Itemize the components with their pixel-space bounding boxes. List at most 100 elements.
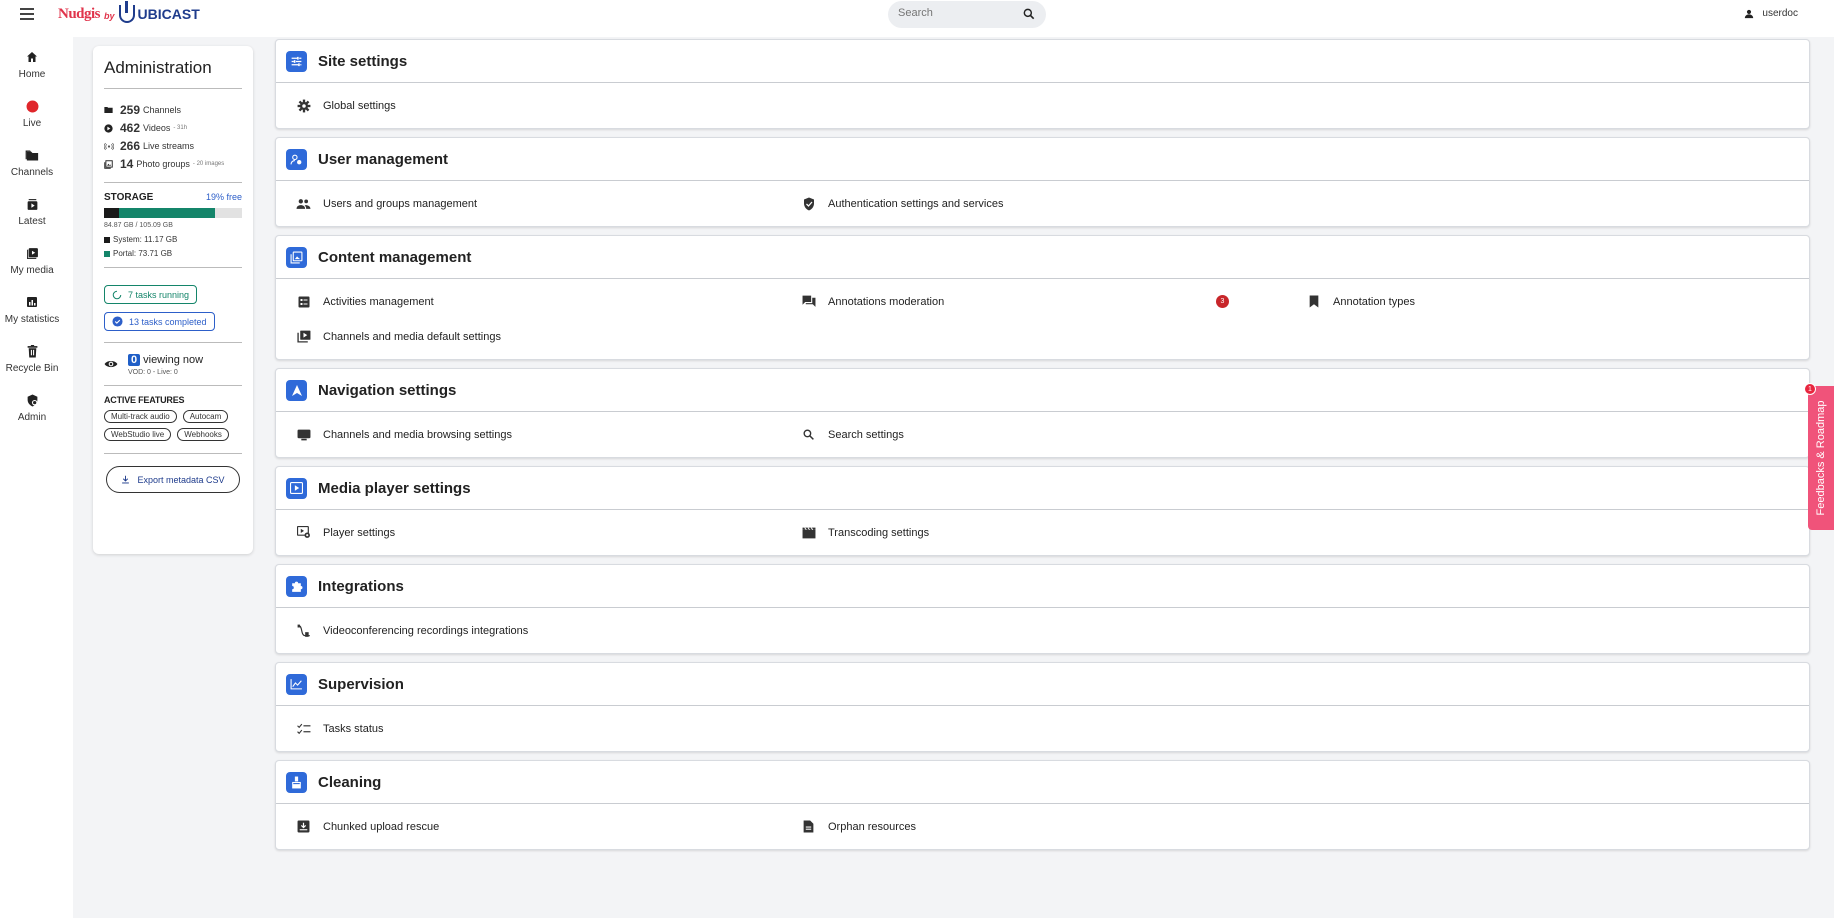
link-channels-media-default-settings[interactable]: Channels and media default settings <box>296 319 501 354</box>
stat-count: 462 <box>120 121 141 135</box>
link-label: Chunked upload rescue <box>323 820 440 833</box>
nav-label: Live <box>22 118 42 129</box>
statistics-icon <box>27 297 37 307</box>
feedback-label: Feedbacks & Roadmap <box>1815 400 1827 516</box>
nav-item-latest[interactable]: Latest <box>0 187 64 236</box>
link-global-settings[interactable]: Global settings <box>296 88 396 123</box>
trash-icon <box>27 344 37 357</box>
storage-bar <box>104 208 242 218</box>
check-circle-icon <box>112 316 123 327</box>
monitoring-chart-icon <box>286 673 307 695</box>
panel-title: Integrations <box>318 577 404 595</box>
feedback-badge: 1 <box>1804 383 1816 395</box>
legend-label: Portal: 73.71 GB <box>113 249 173 258</box>
cleaning-icon <box>286 771 307 793</box>
nav-item-home[interactable]: Home <box>0 40 64 89</box>
ubicast-logo-icon <box>118 1 135 23</box>
panel-content-management: Content management Activities management… <box>275 235 1810 360</box>
admin-shield-icon <box>27 394 37 406</box>
feature-chip: WebStudio live <box>104 428 172 441</box>
tasks-running-label: 7 tasks running <box>128 289 190 300</box>
user-menu[interactable]: userdoc <box>1744 8 1798 19</box>
divider <box>104 385 242 386</box>
menu-icon[interactable] <box>20 8 34 20</box>
logo[interactable]: Nudgis by UBICAST <box>58 1 200 23</box>
panel-title: Content management <box>318 248 472 266</box>
link-authentication-settings[interactable]: Authentication settings and services <box>801 186 1004 221</box>
nav-item-recycle-bin[interactable]: Recycle Bin <box>0 334 64 383</box>
logo-by: by <box>104 11 115 21</box>
tasks-completed-button[interactable]: 13 tasks completed <box>104 312 215 331</box>
nav-label: My statistics <box>4 314 60 325</box>
photo-library-icon <box>286 246 307 268</box>
broadcast-icon <box>104 142 114 150</box>
storage-free: 19% free <box>205 192 242 202</box>
link-users-groups-management[interactable]: Users and groups management <box>296 186 477 221</box>
tune-icon <box>286 50 307 72</box>
top-bar: Nudgis by UBICAST userdoc <box>0 0 1834 30</box>
link-transcoding-settings[interactable]: Transcoding settings <box>801 515 929 550</box>
spinner-icon <box>112 290 122 299</box>
moderation-count-badge: 3 <box>1216 295 1229 308</box>
eye-icon <box>104 360 118 368</box>
nav-item-admin[interactable]: Admin <box>0 383 64 432</box>
link-annotations-moderation[interactable]: Annotations moderation <box>801 284 944 319</box>
link-activities-management[interactable]: Activities management <box>296 284 434 319</box>
nav-item-my-statistics[interactable]: My statistics <box>0 285 64 334</box>
download-icon <box>122 475 130 484</box>
link-annotation-types[interactable]: Annotation types <box>1306 284 1415 319</box>
feature-chip: Webhooks <box>177 428 229 441</box>
admin-title: Administration <box>104 58 242 89</box>
search-icon[interactable] <box>1022 7 1036 21</box>
storage-bar-system <box>104 208 119 218</box>
movie-clapper-icon <box>801 525 816 540</box>
save-alt-icon <box>296 819 311 834</box>
search-input[interactable] <box>898 7 1008 19</box>
link-label: Transcoding settings <box>828 526 930 539</box>
nav-label: Admin <box>17 412 47 423</box>
viewing-now: 0 viewing now VOD: 0 - Live: 0 <box>104 352 242 376</box>
nav-label: Channels <box>10 167 54 178</box>
checklist-box-icon <box>296 294 311 309</box>
left-nav: Home Live Channels Latest My media My st… <box>0 40 64 432</box>
latest-icon <box>27 198 37 210</box>
stat-label: Live streams <box>143 141 195 151</box>
storage-section: STORAGE 19% free 84.87 GB / 105.09 GB Sy… <box>104 192 242 258</box>
link-player-settings[interactable]: Player settings <box>296 515 395 550</box>
nav-item-live[interactable]: Live <box>0 89 64 138</box>
nav-label: Home <box>18 69 46 80</box>
link-label: Activities management <box>323 295 434 308</box>
tasks-completed-label: 13 tasks completed <box>129 316 207 327</box>
viewing-count: 0 <box>128 354 141 366</box>
export-label: Export metadata CSV <box>137 474 225 485</box>
panel-user-management: User management Users and groups managem… <box>275 137 1810 227</box>
admin-summary-panel: Administration 259 Channels 462 Videos -… <box>93 46 253 554</box>
active-features-title: ACTIVE FEATURES <box>104 395 185 405</box>
link-orphan-resources[interactable]: Orphan resources <box>801 809 916 844</box>
legend-label: System: 11.17 GB <box>113 235 178 244</box>
play-box-icon <box>286 477 307 499</box>
tasks-running-button[interactable]: 7 tasks running <box>104 285 198 304</box>
link-label: Authentication settings and services <box>828 197 1004 210</box>
link-label: Search settings <box>828 428 904 441</box>
home-icon <box>27 52 37 62</box>
feedback-roadmap-tab[interactable]: Feedbacks & Roadmap <box>1808 386 1834 530</box>
folder-icon <box>104 107 113 113</box>
stat-note: - 31h <box>173 125 188 131</box>
storage-bar-portal <box>118 208 216 218</box>
link-videoconferencing-integrations[interactable]: Videoconferencing recordings integration… <box>296 613 528 648</box>
extension-icon <box>286 575 307 597</box>
stat-videos: 462 Videos - 31h <box>104 119 242 137</box>
video-settings-icon <box>296 525 311 540</box>
link-tasks-status[interactable]: Tasks status <box>296 711 384 746</box>
nav-item-channels[interactable]: Channels <box>0 138 64 187</box>
live-dot-icon <box>26 100 38 112</box>
link-channels-media-browsing-settings[interactable]: Channels and media browsing settings <box>296 417 512 452</box>
link-label: Tasks status <box>323 722 384 735</box>
nav-item-my-media[interactable]: My media <box>0 236 64 285</box>
export-metadata-csv-button[interactable]: Export metadata CSV <box>106 466 240 493</box>
nav-label: My media <box>10 265 54 276</box>
link-search-settings[interactable]: Search settings <box>801 417 904 452</box>
panel-title: User management <box>318 150 449 168</box>
link-chunked-upload-rescue[interactable]: Chunked upload rescue <box>296 809 439 844</box>
